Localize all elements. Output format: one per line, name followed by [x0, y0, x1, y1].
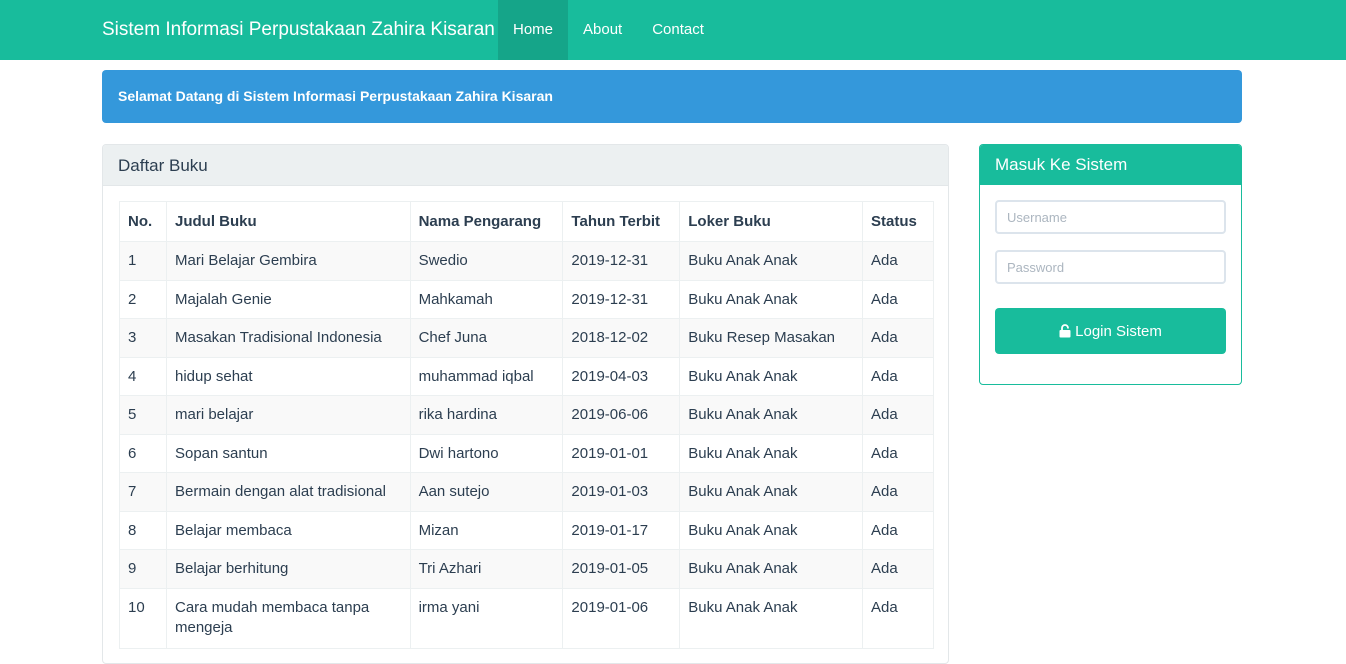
table-cell: 2019-01-01: [562, 433, 681, 473]
table-cell: 9: [119, 549, 167, 589]
column-header: Tahun Terbit: [562, 201, 681, 242]
table-cell: Buku Anak Anak: [679, 587, 863, 649]
table-cell: Buku Anak Anak: [679, 433, 863, 473]
table-cell: Buku Anak Anak: [679, 510, 863, 550]
nav-menu: Home About Contact: [498, 0, 719, 60]
table-row: 2 Majalah Genie Mahkamah 2019-12-31 Buku Ana…: [119, 279, 935, 319]
table-cell: 1: [119, 241, 167, 281]
table-cell: Majalah Genie: [165, 279, 411, 319]
table-cell: Buku Anak Anak: [679, 549, 863, 589]
table-cell: Cara mudah membaca tanpa mengeja: [165, 587, 411, 649]
table-cell: Ada: [861, 241, 935, 281]
table-header-row: No. Judul Buku Nama Pengarang Tahun Terb…: [119, 201, 935, 242]
table-cell: 2019-01-03: [562, 472, 681, 512]
table-cell: 5: [119, 395, 167, 435]
table-cell: 6: [119, 433, 167, 473]
login-button[interactable]: Login Sistem: [995, 308, 1226, 354]
unlock-icon: [1059, 324, 1071, 338]
nav-about[interactable]: About: [568, 0, 637, 60]
table-cell: Mizan: [409, 510, 564, 550]
table-cell: mari belajar: [165, 395, 411, 435]
table-row: 10 Cara mudah membaca tanpa mengeja irma y…: [119, 587, 935, 649]
table-row: 1 Mari Belajar Gembira Swedio 2019-12-31 Buk…: [119, 241, 935, 281]
table-cell: Dwi hartono: [409, 433, 564, 473]
table-cell: Buku Resep Masakan: [679, 318, 863, 358]
table-cell: 10: [119, 587, 167, 649]
table-cell: Buku Anak Anak: [679, 279, 863, 319]
column-header: Nama Pengarang: [409, 201, 564, 242]
table-cell: Swedio: [409, 241, 564, 281]
table-cell: hidup sehat: [165, 356, 411, 396]
login-panel: Masuk Ke Sistem Login Sistem: [979, 144, 1242, 385]
username-input[interactable]: [995, 200, 1226, 234]
column-header: Judul Buku: [165, 201, 411, 242]
table-cell: Ada: [861, 433, 935, 473]
login-button-label: Login Sistem: [1075, 322, 1162, 340]
column-header: No.: [119, 201, 167, 242]
nav-contact[interactable]: Contact: [637, 0, 719, 60]
table-cell: Ada: [861, 587, 935, 649]
table-cell: Buku Anak Anak: [679, 241, 863, 281]
table-cell: Ada: [861, 356, 935, 396]
table-cell: Aan sutejo: [409, 472, 564, 512]
table-cell: Buku Anak Anak: [679, 356, 863, 396]
table-cell: 2019-01-17: [562, 510, 681, 550]
navbar-brand[interactable]: Sistem Informasi Perpustakaan Zahira Kis…: [102, 0, 495, 60]
table-cell: Chef Juna: [409, 318, 564, 358]
table-cell: rika hardina: [409, 395, 564, 435]
table-cell: Tri Azhari: [409, 549, 564, 589]
book-table: No. Judul Buku Nama Pengarang Tahun Terb…: [119, 201, 935, 649]
table-cell: 2: [119, 279, 167, 319]
table-row: 6 Sopan santun Dwi hartono 2019-01-01 Buku A…: [119, 433, 935, 473]
table-cell: Buku Anak Anak: [679, 395, 863, 435]
welcome-alert: Selamat Datang di Sistem Informasi Perpu…: [102, 70, 1242, 123]
table-cell: Ada: [861, 549, 935, 589]
table-cell: 7: [119, 472, 167, 512]
table-row: 8 Belajar membaca Mizan 2019-01-17 Buku Anak…: [119, 510, 935, 550]
table-cell: Ada: [861, 395, 935, 435]
table-cell: 2019-12-31: [562, 279, 681, 319]
table-cell: Buku Anak Anak: [679, 472, 863, 512]
column-header: Status: [861, 201, 935, 242]
table-cell: Belajar berhitung: [165, 549, 411, 589]
table-cell: Bermain dengan alat tradisional: [165, 472, 411, 512]
table-row: 7 Bermain dengan alat tradisional Aan sute…: [119, 472, 935, 512]
nav-home[interactable]: Home: [498, 0, 569, 60]
table-cell: 4: [119, 356, 167, 396]
table-cell: 2019-04-03: [562, 356, 681, 396]
password-input[interactable]: [995, 250, 1226, 284]
table-cell: Mahkamah: [409, 279, 564, 319]
table-row: 3 Masakan Tradisional Indonesia Chef Juna 2…: [119, 318, 935, 358]
table-cell: Ada: [861, 318, 935, 358]
table-cell: Masakan Tradisional Indonesia: [165, 318, 411, 358]
table-cell: Belajar membaca: [165, 510, 411, 550]
table-row: 5 mari belajar rika hardina 2019-06-06 Buku …: [119, 395, 935, 435]
table-cell: Ada: [861, 279, 935, 319]
table-cell: 2019-01-05: [562, 549, 681, 589]
column-header: Loker Buku: [679, 201, 863, 242]
table-cell: irma yani: [409, 587, 564, 649]
navbar: Sistem Informasi Perpustakaan Zahira Kis…: [0, 0, 1346, 60]
table-cell: Mari Belajar Gembira: [165, 241, 411, 281]
table-cell: Sopan santun: [165, 433, 411, 473]
book-list-panel: Daftar Buku No. Judul Buku Nama Pengaran…: [102, 144, 949, 664]
table-cell: 2019-01-06: [562, 587, 681, 649]
table-cell: 2018-12-02: [562, 318, 681, 358]
table-cell: 8: [119, 510, 167, 550]
login-panel-title: Masuk Ke Sistem: [980, 145, 1241, 185]
table-cell: Ada: [861, 472, 935, 512]
table-cell: 2019-12-31: [562, 241, 681, 281]
table-cell: 3: [119, 318, 167, 358]
table-cell: Ada: [861, 510, 935, 550]
table-row: 9 Belajar berhitung Tri Azhari 2019-01-05 Bu…: [119, 549, 935, 589]
table-cell: muhammad iqbal: [409, 356, 564, 396]
table-row: 4 hidup sehat muhammad iqbal 2019-04-03 Buku…: [119, 356, 935, 396]
book-list-title: Daftar Buku: [103, 145, 948, 186]
table-cell: 2019-06-06: [562, 395, 681, 435]
